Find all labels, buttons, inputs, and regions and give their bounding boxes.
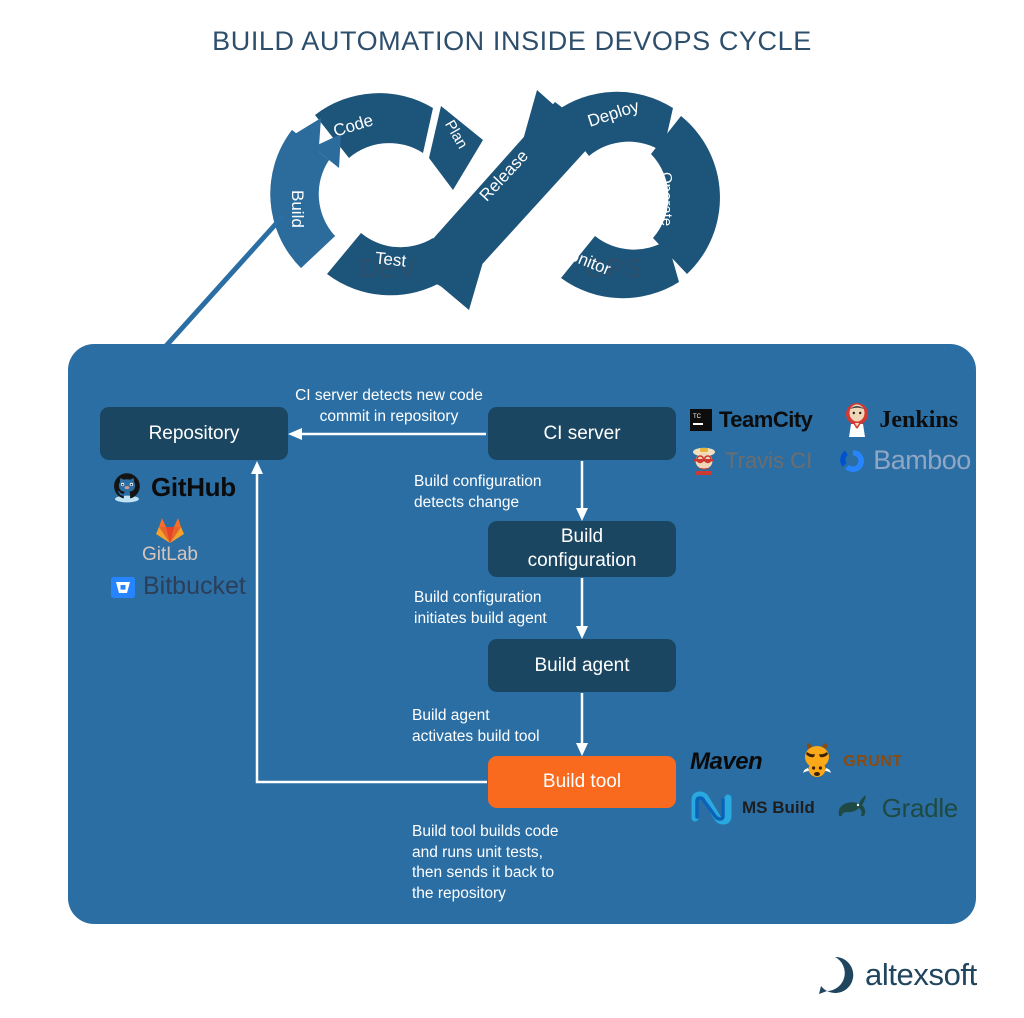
- flow-label-config-detects: Build configuration detects change: [414, 473, 542, 511]
- github-icon: [114, 473, 140, 503]
- bt-logo-row-1: Maven GRUNT: [690, 742, 958, 782]
- grunt-icon: [803, 743, 832, 777]
- loop-label-test: Test: [374, 248, 408, 271]
- node-repository[interactable]: Repository: [100, 407, 288, 460]
- node-build-tool[interactable]: Build tool: [488, 756, 676, 808]
- logo-gitlab: GitLab: [110, 516, 230, 566]
- brand-logo: altexsoft: [815, 955, 977, 995]
- bitbucket-icon: [111, 576, 135, 598]
- logo-label-bamboo: Bamboo: [873, 445, 971, 475]
- logo-label-maven: Maven: [690, 748, 763, 775]
- logo-bitbucket: Bitbucket: [110, 572, 246, 601]
- build-tool-logos: Maven GRUNT MS Build Gradle: [690, 742, 958, 834]
- logo-label-travisci: Travis CI: [725, 447, 813, 473]
- page-title: BUILD AUTOMATION INSIDE DEVOPS CYCLE: [212, 26, 812, 56]
- jenkins-icon: [846, 403, 869, 437]
- logo-label-gradle: Gradle: [881, 792, 959, 823]
- logo-grunt: GRUNT: [796, 742, 902, 782]
- gitlab-icon: [156, 518, 184, 543]
- bt-logo-row-2: MS Build Gradle: [690, 791, 958, 825]
- logo-maven: Maven: [690, 748, 763, 776]
- altexsoft-mark-icon: [819, 956, 854, 994]
- devops-infinity-loop: DEV OPS Build Code Plan Release Deploy O…: [255, 78, 755, 318]
- flow-label-config-initiates: Build configuration initiates build agen…: [414, 589, 547, 627]
- node-ci-server[interactable]: CI server: [488, 407, 676, 460]
- diagram-canvas: BUILD AUTOMATION INSIDE DEVOPS CYCLE DEV…: [0, 0, 1024, 1018]
- node-build-agent[interactable]: Build agent: [488, 639, 676, 692]
- logo-label-bitbucket: Bitbucket: [143, 572, 246, 600]
- logo-teamcity: TC TeamCity: [690, 407, 813, 433]
- ci-logo-row-2: Travis CI Bamboo: [690, 445, 971, 476]
- teamcity-icon: TC: [690, 409, 712, 431]
- msbuild-icon: [691, 791, 732, 825]
- logo-github: GitHub: [110, 470, 246, 504]
- logo-travisci: Travis CI: [690, 446, 812, 476]
- brand-name: altexsoft: [865, 957, 977, 992]
- node-build-configuration[interactable]: Build configuration: [488, 521, 676, 577]
- gradle-icon: [838, 795, 866, 816]
- devops-loop-svg: [270, 90, 720, 310]
- logo-label-msbuild: MS Build: [742, 798, 815, 817]
- logo-label-teamcity: TeamCity: [719, 407, 813, 432]
- logo-label-grunt: GRUNT: [843, 753, 903, 770]
- loop-label-operate: Operate: [658, 172, 675, 227]
- logo-label-jenkins: Jenkins: [879, 406, 959, 433]
- logo-bamboo: Bamboo: [840, 445, 971, 476]
- flow-label-detect-commit: CI server detects new code commit in rep…: [295, 387, 483, 425]
- travisci-icon: [693, 447, 715, 475]
- logo-gradle: Gradle: [835, 792, 958, 824]
- loop-label-build: Build: [288, 190, 307, 228]
- repository-tool-logos: GitHub GitLab Bitbucket: [110, 470, 246, 601]
- flow-label-tool-builds-code: Build tool builds code and runs unit tes…: [412, 823, 559, 902]
- logo-jenkins: Jenkins: [842, 402, 958, 438]
- flow-label-agent-activates: Build agent activates build tool: [412, 707, 540, 745]
- ci-logo-row-1: TC TeamCity Jenkins: [690, 402, 971, 438]
- svg-text:TC: TC: [693, 414, 702, 420]
- ci-tool-logos: TC TeamCity Jenkins Travis CI Bamboo: [690, 402, 971, 483]
- bamboo-icon: [840, 449, 865, 472]
- logo-msbuild: MS Build: [690, 791, 815, 825]
- logo-label-gitlab: GitLab: [142, 544, 198, 565]
- logo-label-github: GitHub: [151, 471, 236, 502]
